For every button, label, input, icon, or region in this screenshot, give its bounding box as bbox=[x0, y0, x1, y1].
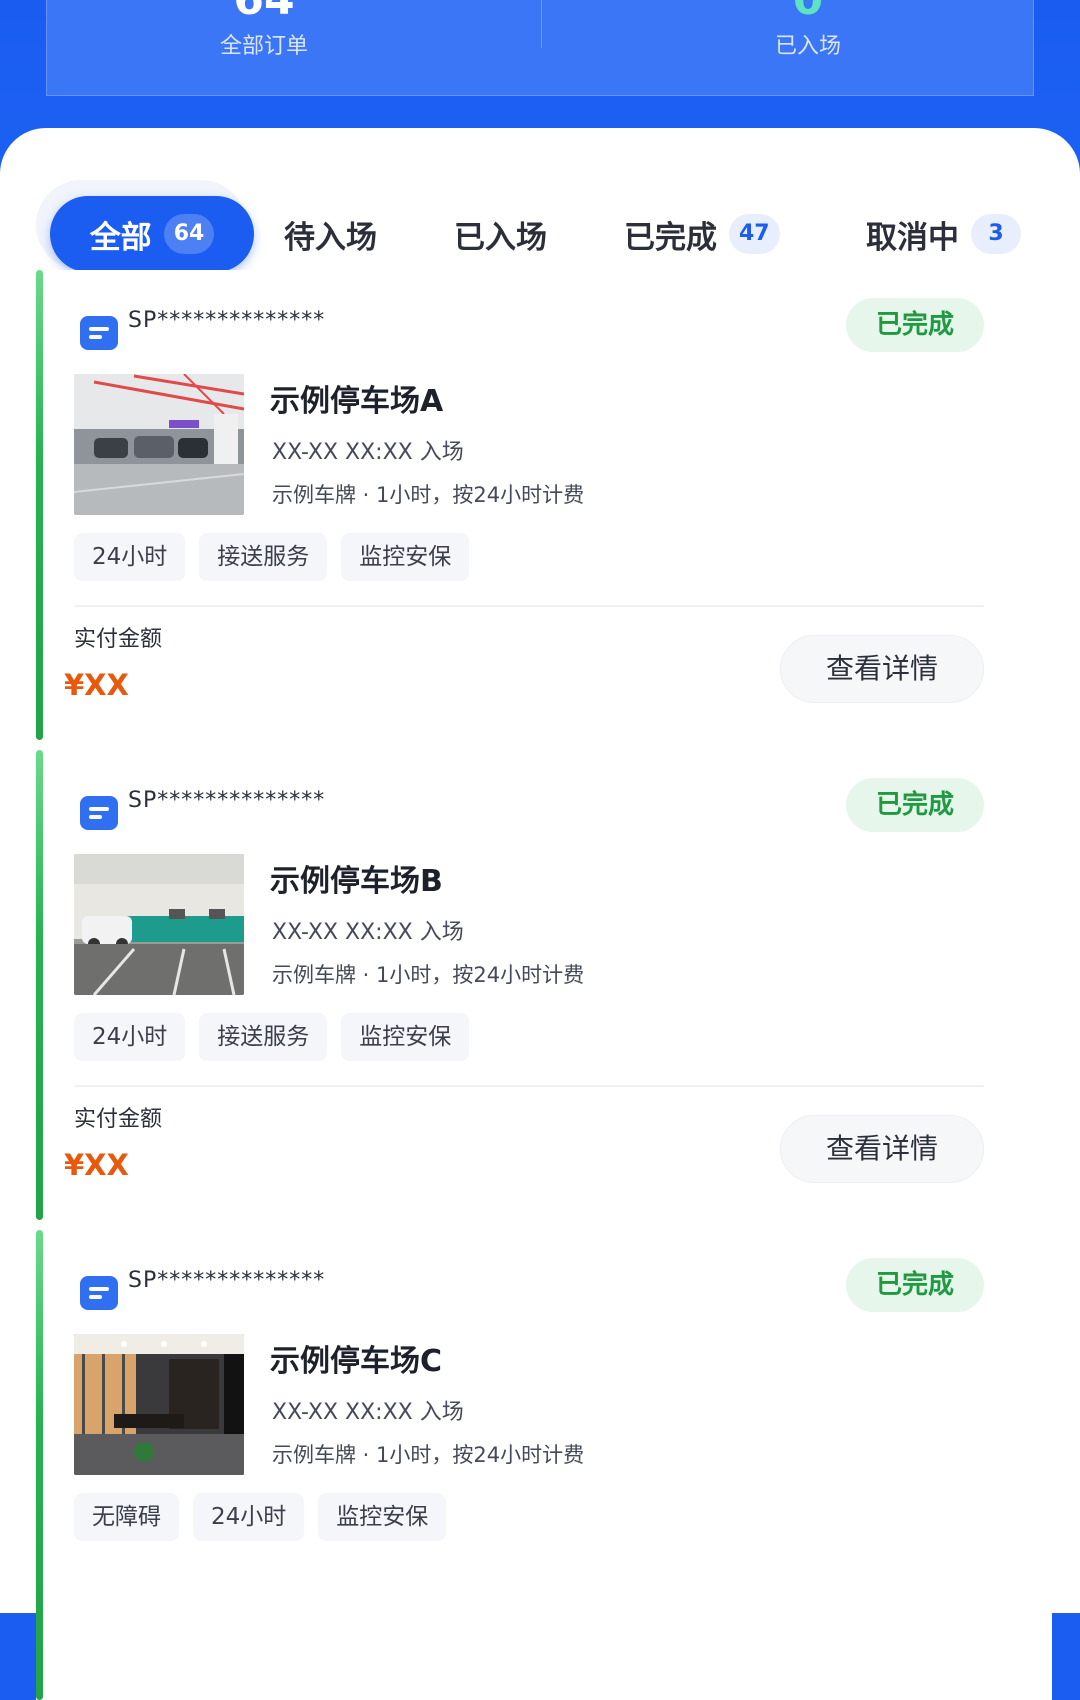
order-number-row: SP************** bbox=[80, 1266, 326, 1310]
tab-count-badge: 47 bbox=[729, 214, 780, 254]
feature-tags: 无障碍 24小时 监控安保 bbox=[74, 1493, 447, 1541]
feature-tags: 24小时 接送服务 监控安保 bbox=[74, 1013, 470, 1061]
feature-tags: 24小时 接送服务 监控安保 bbox=[74, 533, 470, 581]
parking-lot-name: 示例停车场A bbox=[270, 384, 444, 419]
tab-label: 全部 bbox=[89, 219, 152, 256]
order-doc-icon bbox=[80, 1276, 118, 1310]
order-doc-icon bbox=[80, 316, 118, 350]
tab-all[interactable]: 全部 64 bbox=[50, 196, 254, 272]
status-badge: 已完成 bbox=[846, 298, 984, 352]
feature-tag: 24小时 bbox=[74, 1013, 186, 1061]
tab-label: 已完成 bbox=[624, 219, 717, 256]
tab-count-badge: 3 bbox=[971, 214, 1021, 254]
tab-pending-entry[interactable]: 待入场 bbox=[284, 196, 377, 272]
view-details-button[interactable]: 查看详情 bbox=[780, 1115, 984, 1183]
feature-tag: 接送服务 bbox=[199, 533, 328, 581]
card-status-accent bbox=[36, 750, 43, 1220]
parking-lot-photo bbox=[74, 854, 244, 995]
order-number: SP************** bbox=[128, 308, 326, 333]
parking-lot-photo bbox=[74, 374, 244, 515]
feature-tag: 监控安保 bbox=[318, 1493, 447, 1541]
entry-time: XX-XX XX:XX 入场 bbox=[272, 440, 464, 465]
stat-entered[interactable]: 0 已入场 bbox=[541, 0, 1035, 96]
plate-and-billing: 示例车牌 · 1小时，按24小时计费 bbox=[272, 963, 585, 987]
parking-lot-name: 示例停车场C bbox=[270, 1344, 443, 1379]
tab-cancelling[interactable]: 取消中 3 bbox=[866, 196, 1021, 272]
feature-tag: 监控安保 bbox=[341, 533, 470, 581]
card-divider bbox=[74, 1085, 984, 1087]
parking-lot-name: 示例停车场B bbox=[270, 864, 443, 899]
order-number-row: SP************** bbox=[80, 786, 326, 830]
plate-and-billing: 示例车牌 · 1小时，按24小时计费 bbox=[272, 483, 585, 507]
tab-label: 待入场 bbox=[284, 219, 377, 256]
feature-tag: 监控安保 bbox=[341, 1013, 470, 1061]
order-number-row: SP************** bbox=[80, 306, 326, 350]
order-number: SP************** bbox=[128, 1268, 326, 1293]
entry-time: XX-XX XX:XX 入场 bbox=[272, 1400, 464, 1425]
view-details-button[interactable]: 查看详情 bbox=[780, 635, 984, 703]
status-badge: 已完成 bbox=[846, 778, 984, 832]
order-number: SP************** bbox=[128, 788, 326, 813]
order-card[interactable]: SP************** 已完成 示例停车场B XX-XX XX:XX … bbox=[36, 750, 1052, 1220]
order-card[interactable]: SP************** 已完成 示例停车场A XX-XX XX:XX … bbox=[36, 270, 1052, 740]
stat-entered-value: 0 bbox=[541, 0, 1035, 26]
tab-label: 取消中 bbox=[866, 219, 959, 256]
parking-lot-photo bbox=[74, 1334, 244, 1475]
tab-entered[interactable]: 已入场 bbox=[454, 196, 547, 272]
order-stats-panel: 64 全部订单 0 已入场 bbox=[46, 0, 1034, 96]
tab-label: 已入场 bbox=[454, 219, 547, 256]
plate-and-billing: 示例车牌 · 1小时，按24小时计费 bbox=[272, 1443, 585, 1467]
paid-amount-label: 实付金额 bbox=[74, 627, 163, 652]
paid-amount-label: 实付金额 bbox=[74, 1107, 163, 1132]
card-status-accent bbox=[36, 270, 43, 740]
order-card[interactable]: SP************** 已完成 示例停车场C XX-XX XX:XX … bbox=[36, 1230, 1052, 1700]
card-status-accent bbox=[36, 1230, 43, 1700]
tab-completed[interactable]: 已完成 47 bbox=[624, 196, 780, 272]
stat-entered-label: 已入场 bbox=[774, 34, 841, 59]
status-tabs: 全部 64 待入场 已入场 已完成 47 取消中 3 bbox=[36, 158, 1056, 272]
feature-tag: 24小时 bbox=[74, 533, 186, 581]
feature-tag: 24小时 bbox=[193, 1493, 305, 1541]
feature-tag: 无障碍 bbox=[74, 1493, 179, 1541]
feature-tag: 接送服务 bbox=[199, 1013, 328, 1061]
stat-all-orders[interactable]: 64 全部订单 bbox=[47, 0, 541, 96]
order-list-sheet: 全部 64 待入场 已入场 已完成 47 取消中 3 SP***********… bbox=[0, 128, 1080, 1700]
status-badge: 已完成 bbox=[846, 1258, 984, 1312]
card-divider bbox=[74, 605, 984, 607]
entry-time: XX-XX XX:XX 入场 bbox=[272, 920, 464, 945]
stat-all-orders-label: 全部订单 bbox=[219, 34, 308, 59]
order-doc-icon bbox=[80, 796, 118, 830]
stat-all-orders-value: 64 bbox=[47, 0, 541, 26]
paid-amount: ¥XX bbox=[64, 668, 129, 702]
tab-count-badge: 64 bbox=[163, 214, 215, 254]
paid-amount: ¥XX bbox=[64, 1148, 129, 1182]
